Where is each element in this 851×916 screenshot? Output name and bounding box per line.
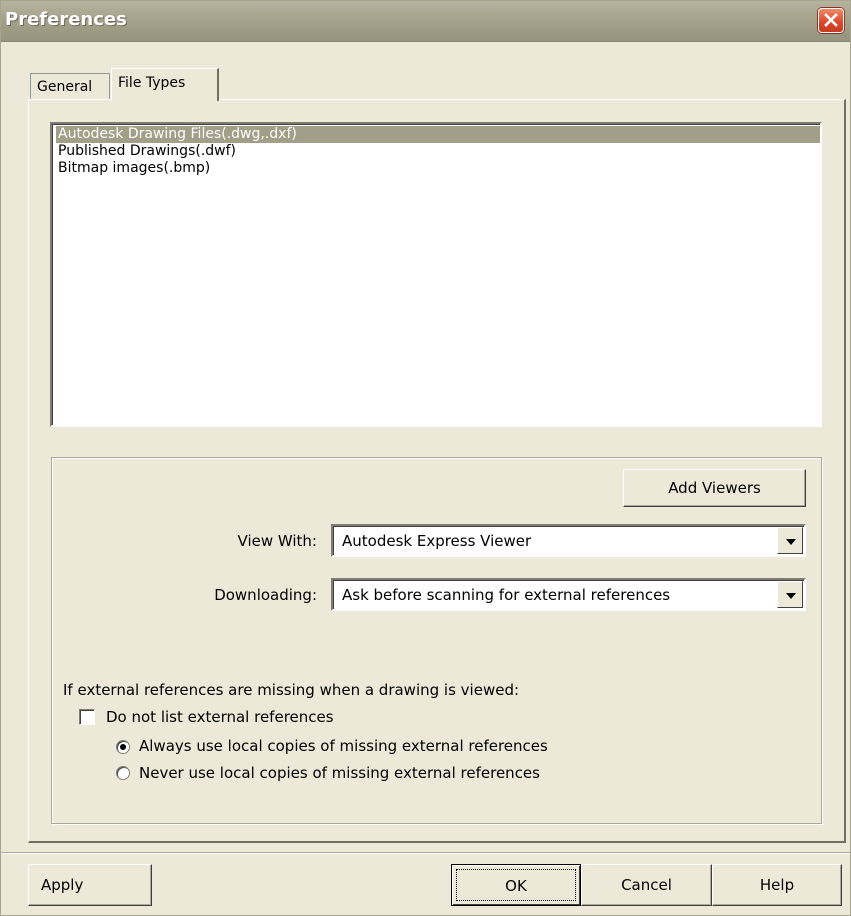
apply-button[interactable]: Apply (28, 864, 152, 906)
downloading-dropdown-button[interactable] (777, 581, 803, 608)
add-viewers-button[interactable]: Add Viewers (623, 469, 806, 507)
view-with-dropdown-button[interactable] (777, 527, 803, 554)
chevron-down-icon (786, 593, 796, 599)
chevron-down-icon (786, 539, 796, 545)
tab-general[interactable]: General (30, 73, 110, 99)
always-use-local-radio[interactable] (116, 740, 130, 754)
list-item-dwg-dxf[interactable]: Autodesk Drawing Files(.dwg,.dxf) (56, 126, 820, 143)
list-item-bmp[interactable]: Bitmap images(.bmp) (56, 160, 210, 177)
close-icon (824, 13, 838, 27)
cancel-button[interactable]: Cancel (581, 864, 712, 906)
close-button[interactable] (818, 8, 844, 33)
list-item-dwf[interactable]: Published Drawings(.dwf) (56, 143, 236, 160)
help-button[interactable]: Help (712, 864, 842, 906)
window-title: Preferences (5, 9, 127, 30)
never-use-local-radio[interactable] (116, 766, 130, 780)
downloading-value: Ask before scanning for external referen… (342, 586, 671, 604)
footer-divider (1, 852, 850, 854)
always-use-local-label[interactable]: Always use local copies of missing exter… (139, 737, 548, 755)
downloading-label: Downloading: (214, 586, 317, 604)
file-types-listbox[interactable]: Autodesk Drawing Files(.dwg,.dxf) Publis… (50, 122, 822, 427)
title-bar[interactable]: Preferences (1, 1, 850, 42)
do-not-list-checkbox[interactable] (79, 709, 95, 725)
view-with-select[interactable]: Autodesk Express Viewer (331, 524, 806, 557)
ok-button[interactable]: OK (451, 864, 581, 906)
view-with-label: View With: (237, 532, 317, 550)
tab-file-types[interactable]: File Types (111, 68, 219, 101)
do-not-list-label[interactable]: Do not list external references (106, 708, 334, 726)
missing-references-heading: If external references are missing when … (63, 681, 520, 699)
view-with-value: Autodesk Express Viewer (342, 532, 532, 550)
preferences-dialog: Preferences General File Types Autodesk … (0, 0, 851, 916)
never-use-local-label[interactable]: Never use local copies of missing extern… (139, 764, 540, 782)
ok-button-label: OK (456, 869, 576, 901)
downloading-select[interactable]: Ask before scanning for external referen… (331, 578, 806, 611)
